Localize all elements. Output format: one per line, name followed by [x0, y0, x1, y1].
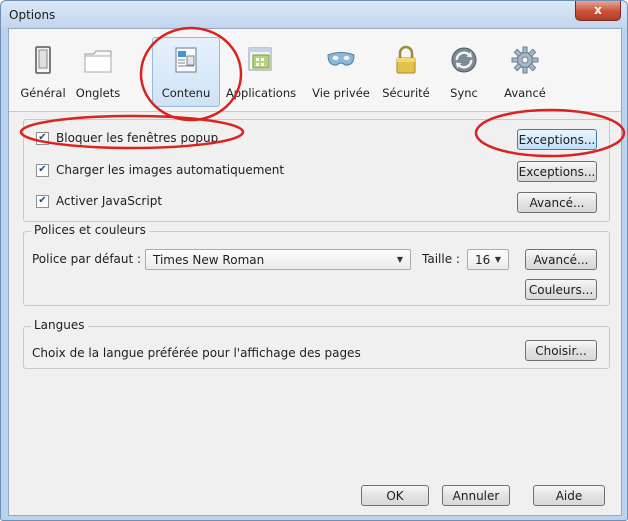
popup-block-checkbox[interactable]: ✔: [36, 131, 49, 145]
size-select[interactable]: 16 ▼: [467, 249, 509, 270]
default-font-label: Police par défaut :: [32, 252, 142, 266]
fonts-colors-group: Polices et couleurs Police par défaut : …: [23, 223, 610, 306]
dialog-client: Général Onglets Contenu Applications Vie…: [8, 28, 622, 516]
general-switch-icon: [35, 46, 51, 74]
tab-label: Avancé: [504, 86, 546, 100]
ok-button[interactable]: OK: [361, 485, 429, 506]
advanced-gear-icon: [511, 46, 539, 74]
close-button[interactable]: x: [575, 1, 621, 21]
tab-label: Onglets: [75, 86, 121, 100]
tab-label: Contenu: [161, 86, 211, 100]
privacy-mask-icon: [327, 52, 355, 66]
content-page-icon: [175, 47, 197, 73]
title-bar[interactable]: Options x: [1, 1, 627, 27]
help-button[interactable]: Aide: [533, 485, 605, 506]
content-options-section: ✔ Bloquer les fenêtres popup Exceptions.…: [23, 119, 610, 222]
javascript-checkbox[interactable]: ✔: [36, 194, 49, 208]
tab-label: Sync: [450, 86, 478, 100]
javascript-option[interactable]: ✔ Activer JavaScript: [36, 194, 162, 208]
default-font-value: Times New Roman: [153, 253, 265, 267]
security-lock-icon: [396, 45, 416, 74]
javascript-label: Activer JavaScript: [56, 194, 163, 208]
tab-label: Général: [20, 86, 66, 100]
languages-description: Choix de la langue préférée pour l'affic…: [32, 346, 361, 360]
options-window: Options x Général Onglets Contenu Applic…: [0, 0, 628, 521]
fonts-colors-title: Polices et couleurs: [31, 223, 149, 237]
sync-icon: [451, 47, 477, 73]
size-value: 16: [475, 253, 491, 267]
cancel-button[interactable]: Annuler: [442, 485, 510, 506]
window-title: Options: [9, 8, 56, 22]
tab-sync[interactable]: Sync: [442, 37, 486, 107]
languages-group: Langues Choix de la langue préférée pour…: [23, 318, 610, 369]
tabs-icon: [84, 50, 112, 73]
popup-block-option[interactable]: ✔ Bloquer les fenêtres popup: [36, 131, 218, 145]
size-label: Taille :: [422, 252, 460, 266]
applications-icon: [248, 47, 272, 71]
languages-title: Langues: [31, 318, 88, 332]
images-exceptions-button[interactable]: Exceptions...: [517, 161, 597, 182]
tab-privacy[interactable]: Vie privée: [308, 37, 374, 107]
tab-security[interactable]: Sécurité: [376, 37, 436, 107]
tab-advanced[interactable]: Avancé: [498, 37, 552, 107]
tab-general[interactable]: Général: [16, 37, 70, 107]
images-label: Charger les images automatiquement: [56, 163, 285, 177]
popup-block-label: Bloquer les fenêtres popup: [56, 131, 219, 145]
images-checkbox[interactable]: ✔: [36, 163, 49, 177]
popup-exceptions-button[interactable]: Exceptions...: [517, 129, 597, 150]
chevron-down-icon: ▼: [494, 255, 501, 264]
tab-applications[interactable]: Applications: [221, 37, 301, 107]
tab-content[interactable]: Contenu: [152, 37, 220, 107]
javascript-advanced-button[interactable]: Avancé...: [517, 192, 597, 213]
fonts-advanced-button[interactable]: Avancé...: [525, 249, 597, 270]
choose-language-button[interactable]: Choisir...: [525, 340, 597, 361]
tab-label: Sécurité: [382, 86, 430, 100]
tab-label: Vie privée: [312, 86, 370, 100]
tab-tabs[interactable]: Onglets: [70, 37, 126, 107]
default-font-select[interactable]: Times New Roman ▼: [145, 249, 411, 270]
category-toolbar: Général Onglets Contenu Applications Vie…: [9, 29, 621, 112]
chevron-down-icon: ▼: [396, 255, 403, 264]
images-option[interactable]: ✔ Charger les images automatiquement: [36, 163, 284, 177]
tab-label: Applications: [225, 86, 297, 100]
colors-button[interactable]: Couleurs...: [525, 279, 597, 300]
